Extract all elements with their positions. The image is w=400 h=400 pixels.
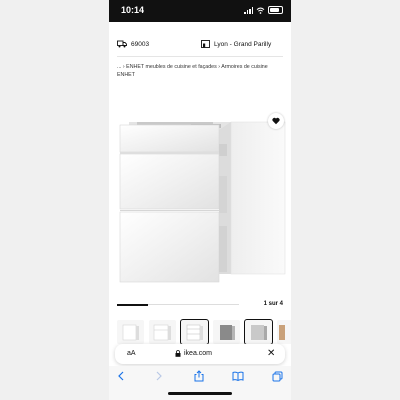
chevron-right-icon: › xyxy=(122,64,125,70)
share-button[interactable] xyxy=(191,368,207,384)
store-info-bar: 69003 Lyon - Grand Parilly xyxy=(109,36,291,52)
cabinet-thumbnail-image xyxy=(279,325,285,340)
chevron-right-icon: › xyxy=(218,64,220,70)
thumbnail-strip xyxy=(117,319,291,346)
carousel-progress xyxy=(117,303,239,306)
bookmarks-icon xyxy=(232,371,244,381)
share-icon xyxy=(194,370,204,382)
text-size-button[interactable]: aA xyxy=(127,350,136,357)
status-bar: 10:14 xyxy=(109,0,291,22)
cabinet-thumbnail-image xyxy=(251,325,267,340)
carousel-position: 1 sur 4 xyxy=(263,301,283,307)
favorite-button[interactable] xyxy=(268,113,284,129)
store-name: Lyon - Grand Parilly xyxy=(214,40,272,48)
delivery-truck-icon xyxy=(117,40,127,48)
breadcrumb-item-enhet[interactable]: ENHET xyxy=(117,72,135,78)
postal-code: 69003 xyxy=(131,40,150,48)
thumbnail[interactable] xyxy=(244,319,273,345)
cabinet-thumbnail-image xyxy=(220,325,235,340)
home-indicator xyxy=(168,392,232,395)
cellular-signal-icon xyxy=(244,6,253,14)
forward-button[interactable] xyxy=(151,368,167,384)
breadcrumb: ... › ENHET meubles de cuisine et façade… xyxy=(117,63,289,79)
forward-icon xyxy=(156,371,162,381)
back-icon xyxy=(118,371,124,381)
lock-icon xyxy=(175,350,181,357)
url-display[interactable]: ikea.com xyxy=(175,350,212,357)
product-image[interactable] xyxy=(109,108,291,298)
thumbnail[interactable] xyxy=(149,320,176,344)
thumbnail[interactable] xyxy=(277,320,291,344)
breadcrumb-item-armoires[interactable]: Armoires de cuisine xyxy=(221,64,268,70)
back-button[interactable] xyxy=(113,368,129,384)
battery-icon xyxy=(268,6,283,14)
delivery-postal-code[interactable]: 69003 xyxy=(117,40,149,48)
close-icon[interactable]: ✕ xyxy=(267,348,275,360)
thumbnail[interactable] xyxy=(117,320,144,344)
tabs-button[interactable] xyxy=(269,368,285,384)
tabs-icon xyxy=(272,371,282,381)
phone-screen: 10:14 69003 Lyon - Grand Parilly ... › E… xyxy=(109,0,291,400)
divider xyxy=(117,56,283,57)
cabinet-thumbnail-image xyxy=(122,324,139,341)
thumbnail[interactable] xyxy=(213,320,240,344)
breadcrumb-item-enhet-meubles[interactable]: ENHET meubles de cuisine et façades xyxy=(126,64,217,70)
bookmarks-button[interactable] xyxy=(230,368,246,384)
kitchen-cabinet-illustration xyxy=(119,121,286,283)
status-indicators xyxy=(244,6,283,14)
cabinet-thumbnail-image xyxy=(153,324,171,341)
breadcrumb-ellipsis[interactable]: ... xyxy=(117,64,121,70)
selected-store[interactable]: Lyon - Grand Parilly xyxy=(201,40,271,48)
cabinet-thumbnail-image xyxy=(186,324,203,341)
status-time: 10:14 xyxy=(121,5,145,15)
store-icon xyxy=(201,40,210,48)
thumbnail-selected[interactable] xyxy=(180,319,209,345)
carousel-progress-fill xyxy=(117,303,148,306)
heart-icon xyxy=(272,117,280,125)
wifi-icon xyxy=(256,7,265,14)
url-text: ikea.com xyxy=(184,350,213,357)
address-bar[interactable]: aA ikea.com ✕ xyxy=(115,344,285,364)
